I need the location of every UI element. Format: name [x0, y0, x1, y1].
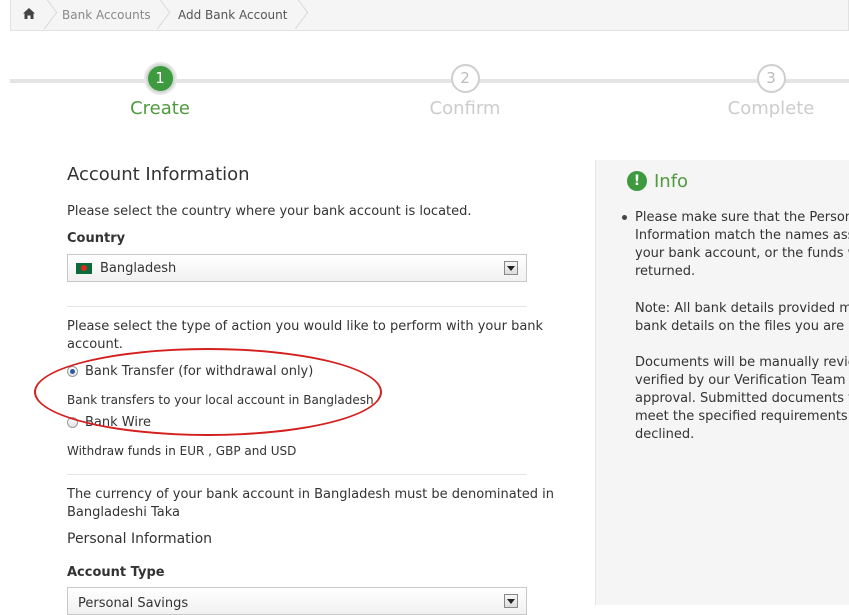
bank-wire-radio[interactable]: [67, 417, 78, 428]
bank-wire-description: Withdraw funds in EUR , GBP and USD: [67, 444, 297, 458]
divider: [67, 474, 527, 475]
bank-transfer-radio[interactable]: [67, 366, 78, 377]
step-number: 2: [450, 64, 480, 93]
account-type-select-value: Personal Savings: [78, 596, 189, 611]
info-title: Info: [654, 171, 689, 192]
step-label: Complete: [727, 98, 815, 119]
account-type-select[interactable]: Personal Savings: [67, 587, 527, 615]
personal-info-heading: Personal Information: [67, 531, 213, 547]
currency-note-line1: The currency of your bank account in Ban…: [67, 487, 555, 502]
step-label: Confirm: [429, 98, 501, 119]
step-number: 1: [145, 64, 175, 93]
account-type-label: Account Type: [67, 565, 165, 580]
step-confirm: 2 Confirm: [395, 64, 535, 119]
country-select-value: Bangladesh: [100, 260, 177, 276]
chevron-down-icon: [504, 261, 518, 275]
info-paragraph-3: Documents will be manually review verifi…: [635, 355, 849, 442]
bank-transfer-label[interactable]: Bank Transfer (for withdrawal only): [85, 363, 313, 381]
bangladesh-flag-icon: [76, 262, 92, 274]
bullet-icon: [622, 215, 627, 220]
action-prompt-line1: Please select the type of action you wou…: [67, 319, 544, 334]
divider: [67, 306, 527, 307]
step-complete: 3 Complete: [701, 64, 841, 119]
info-paragraph-2: Note: All bank details provided mus bank…: [635, 301, 849, 334]
breadcrumb-add-bank-account: Add Bank Account: [160, 0, 298, 31]
action-prompt-line2: account.: [67, 337, 123, 352]
country-label: Country: [67, 231, 126, 246]
exclamation-icon: !: [627, 171, 647, 191]
chevron-down-icon: [504, 594, 518, 608]
country-prompt: Please select the country where your ban…: [67, 204, 472, 219]
breadcrumb-bank-accounts[interactable]: Bank Accounts: [47, 0, 160, 31]
step-create: 1 Create: [90, 64, 230, 119]
step-label: Create: [130, 98, 190, 119]
breadcrumb: Bank Accounts Add Bank Account: [10, 0, 849, 31]
bank-transfer-description: Bank transfers to your local account in …: [67, 393, 374, 407]
home-icon: [23, 8, 35, 22]
info-paragraph-1: Please make sure that the Personal Infor…: [635, 210, 849, 279]
currency-note-line2: Bangladeshi Taka: [67, 505, 180, 520]
step-number: 3: [756, 64, 786, 93]
account-info-heading: Account Information: [67, 164, 250, 185]
breadcrumb-home[interactable]: [11, 0, 47, 31]
country-select[interactable]: Bangladesh: [67, 254, 527, 282]
bank-wire-label[interactable]: Bank Wire: [85, 414, 151, 432]
